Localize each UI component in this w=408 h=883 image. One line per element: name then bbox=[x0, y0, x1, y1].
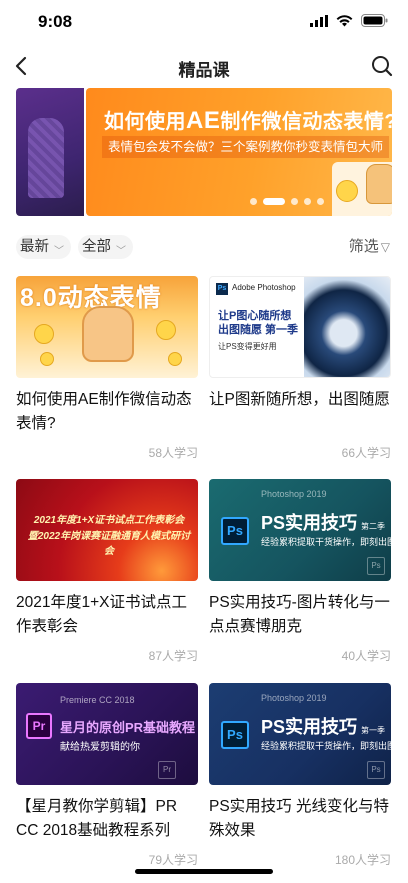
status-time: 9:08 bbox=[38, 12, 73, 31]
course-card[interactable]: 2021年度1+X证书试点工作表彰会 暨2022年岗课赛证融通育人模式研讨会 2… bbox=[16, 479, 198, 664]
wifi-icon bbox=[336, 14, 353, 26]
premiere-icon: Pr bbox=[158, 761, 176, 779]
thumbnail-subtitle: 经验累积提取干货操作，即刻出图 bbox=[261, 537, 391, 547]
course-card[interactable]: Photoshop 2019 Ps PS实用技巧 第一季 经验累积提取干货操作，即… bbox=[209, 683, 391, 868]
thumbnail-subtitle: 经验累积提取干货操作，即刻出图 bbox=[261, 741, 391, 751]
learner-count: 180人学习 bbox=[334, 853, 391, 867]
course-thumbnail[interactable]: Photoshop 2019 Ps PS实用技巧 第二季 经验累积提取干货操作，即… bbox=[209, 479, 391, 581]
thumbnail-software: Photoshop 2019 bbox=[261, 693, 327, 703]
carousel-dot-active[interactable] bbox=[263, 198, 285, 205]
banner-prev-figure bbox=[28, 118, 64, 198]
dog-sticker-icon bbox=[82, 306, 134, 362]
learner-count: 79人学习 bbox=[148, 853, 198, 867]
home-indicator[interactable] bbox=[135, 869, 273, 874]
sort-dropdown[interactable]: 最新 ﹀ bbox=[16, 235, 71, 259]
search-button[interactable] bbox=[368, 52, 396, 80]
thumbnail-artwork bbox=[304, 277, 390, 377]
course-thumbnail[interactable]: 2021年度1+X证书试点工作表彰会 暨2022年岗课赛证融通育人模式研讨会 bbox=[16, 479, 198, 581]
banner-slide[interactable]: 如何使用AE制作微信动态表情? 表情包会发不会做？三个案例教你秒变表情包大师 bbox=[86, 88, 392, 216]
banner-title-prefix: 如何使用 bbox=[104, 111, 186, 133]
thumbnail-season: 第二季 bbox=[361, 522, 386, 531]
carousel-dot[interactable] bbox=[291, 198, 298, 205]
carousel-dot[interactable] bbox=[304, 198, 311, 205]
carousel-dot[interactable] bbox=[317, 198, 324, 205]
page-title: 精品课 bbox=[178, 61, 230, 80]
course-thumbnail[interactable]: 8.0动态表情 bbox=[16, 276, 198, 378]
emoji-icon bbox=[156, 320, 176, 340]
banner-subtitle: 表情包会发不会做？三个案例教你秒变表情包大师 bbox=[102, 136, 390, 158]
thumbnail-headline: PS实用技巧 第二季 bbox=[261, 509, 385, 535]
nav-bar: 精品课 bbox=[0, 44, 408, 88]
carousel-indicator bbox=[250, 198, 324, 205]
carousel-dot[interactable] bbox=[250, 198, 257, 205]
battery-icon bbox=[361, 14, 388, 27]
photoshop-icon: Ps bbox=[221, 721, 249, 749]
course-title[interactable]: 如何使用AE制作微信动态表情? bbox=[16, 388, 198, 436]
course-card[interactable]: 8.0动态表情 如何使用AE制作微信动态表情? 58人学习 bbox=[16, 276, 198, 461]
banner-title-highlight: AE bbox=[186, 107, 221, 134]
thumbnail-headline: 星月的原创PR基础教程 bbox=[60, 720, 196, 735]
search-icon bbox=[372, 56, 393, 77]
thumbnail-headline-text: PS实用技巧 bbox=[261, 513, 358, 533]
emoji-icon bbox=[40, 352, 54, 366]
dog-sticker-icon bbox=[366, 164, 392, 204]
sort-label: 最新 bbox=[20, 239, 49, 255]
funnel-icon: ▽ bbox=[380, 240, 390, 254]
banner-title: 如何使用AE制作微信动态表情? bbox=[104, 105, 392, 135]
premiere-icon: Pr bbox=[26, 713, 52, 739]
banner-prev-slide[interactable] bbox=[16, 88, 84, 216]
learner-count: 87人学习 bbox=[148, 649, 198, 663]
chevron-down-icon: ﹀ bbox=[116, 246, 126, 257]
thumbnail-line-2: 出图随愿 第一季 bbox=[218, 324, 299, 336]
learner-count: 58人学习 bbox=[148, 446, 198, 460]
learner-count: 66人学习 bbox=[341, 446, 391, 460]
course-thumbnail[interactable]: Ps Adobe Photoshop 让P图心随所想 出图随愿 第一季 让PS变… bbox=[209, 276, 391, 378]
course-title[interactable]: PS实用技巧 光线变化与特殊效果 bbox=[209, 795, 391, 843]
course-card[interactable]: Photoshop 2019 Ps PS实用技巧 第二季 经验累积提取干货操作，即… bbox=[209, 479, 391, 664]
course-title[interactable]: 【星月教你学剪辑】PR CC 2018基础教程系列 bbox=[16, 795, 198, 843]
course-thumbnail[interactable]: Photoshop 2019 Ps PS实用技巧 第一季 经验累积提取干货操作，即… bbox=[209, 683, 391, 785]
thumbnail-headline-text: PS实用技巧 bbox=[261, 717, 358, 737]
thumbnail-season: 第一季 bbox=[361, 726, 386, 735]
photoshop-icon: Ps bbox=[216, 283, 228, 295]
category-dropdown[interactable]: 全部 ﹀ bbox=[78, 235, 133, 259]
signal-icon bbox=[310, 14, 328, 27]
category-label: 全部 bbox=[82, 239, 111, 255]
thumbnail-line-2: 暨2022年岗课赛证融通育人模式研讨会 bbox=[27, 531, 191, 557]
course-thumbnail[interactable]: Premiere CC 2018 Pr 星月的原创PR基础教程 献给热爱剪辑的你… bbox=[16, 683, 198, 785]
thumbnail-brand: Adobe Photoshop bbox=[232, 283, 296, 292]
banner-title-suffix: 制作微信动态表情? bbox=[220, 111, 392, 133]
photoshop-icon: Ps bbox=[367, 557, 385, 575]
course-card[interactable]: Premiere CC 2018 Pr 星月的原创PR基础教程 献给热爱剪辑的你… bbox=[16, 683, 198, 868]
status-icons bbox=[310, 14, 388, 27]
course-title[interactable]: 让P图新随所想，出图随愿 bbox=[209, 388, 391, 436]
thumbnail-software: Photoshop 2019 bbox=[261, 489, 327, 499]
filter-label: 筛选 bbox=[348, 238, 379, 255]
photoshop-icon: Ps bbox=[367, 761, 385, 779]
learner-count: 40人学习 bbox=[341, 649, 391, 663]
filter-button[interactable]: 筛选 ▽ bbox=[349, 236, 390, 258]
course-card[interactable]: Ps Adobe Photoshop 让P图心随所想 出图随愿 第一季 让PS变… bbox=[209, 276, 391, 461]
emoji-icon bbox=[34, 324, 54, 344]
course-title[interactable]: 2021年度1+X证书试点工作表彰会 bbox=[16, 591, 198, 639]
chevron-down-icon: ﹀ bbox=[54, 246, 64, 257]
photoshop-icon: Ps bbox=[221, 517, 249, 545]
status-bar: 9:08 bbox=[0, 0, 408, 44]
course-title[interactable]: PS实用技巧-图片转化与一点点赛博朋克 bbox=[209, 591, 391, 639]
thumbnail-line-3: 让PS变得更好用 bbox=[218, 342, 277, 351]
filter-bar: 最新 ﹀ 全部 ﹀ 筛选 ▽ bbox=[0, 232, 408, 262]
thumbnail-headline: PS实用技巧 第一季 bbox=[261, 713, 385, 739]
laughing-emoji-icon bbox=[336, 180, 358, 202]
emoji-icon bbox=[168, 352, 182, 366]
thumbnail-subtitle: 献给热爱剪辑的你 bbox=[60, 742, 140, 753]
thumbnail-line-1: 2021年度1+X证书试点工作表彰会 bbox=[33, 515, 185, 526]
thumbnail-software: Premiere CC 2018 bbox=[60, 695, 135, 705]
banner-carousel[interactable]: 如何使用AE制作微信动态表情? 表情包会发不会做？三个案例教你秒变表情包大师 bbox=[0, 88, 408, 218]
